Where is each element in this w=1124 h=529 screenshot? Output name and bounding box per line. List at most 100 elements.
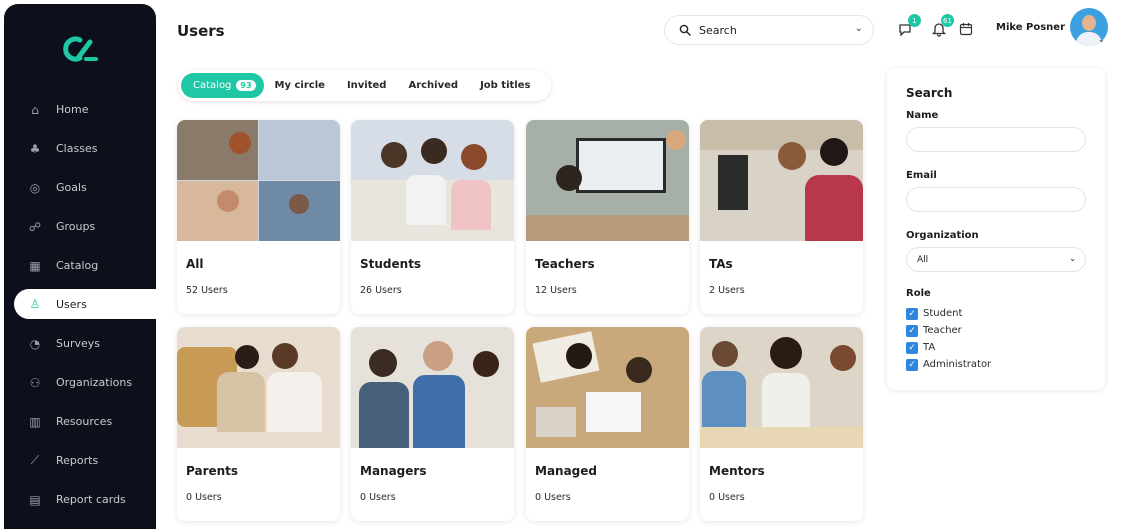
user-group-card-mentors[interactable]: Mentors 0 Users [700, 327, 863, 521]
checkmark-icon[interactable]: ✓ [906, 341, 918, 354]
sidebar-item-label: Goals [56, 181, 87, 194]
user-group-card-managed[interactable]: Managed 0 Users [526, 327, 689, 521]
calendar-icon[interactable] [955, 18, 977, 40]
checkmark-icon[interactable]: ✓ [906, 324, 918, 337]
chevron-down-icon: ⌄ [1069, 254, 1076, 263]
page-title: Users [177, 22, 225, 40]
tab-my-circle[interactable]: My circle [264, 73, 336, 98]
sidebar-item-goals[interactable]: ◎ Goals [4, 168, 156, 207]
classes-icon: ♣ [29, 141, 41, 156]
role-checkbox-student[interactable]: ✓ Student [906, 305, 1086, 322]
card-count: 2 Users [709, 285, 745, 296]
tab-catalog[interactable]: Catalog 93 [181, 73, 264, 98]
tab-invited[interactable]: Invited [336, 73, 398, 98]
sidebar-item-label: Groups [56, 220, 96, 233]
card-count: 0 Users [709, 492, 745, 503]
sidebar-item-label: Surveys [56, 337, 100, 350]
role-checkbox-ta[interactable]: ✓ TA [906, 339, 1086, 356]
card-image [351, 327, 514, 448]
sidebar-item-label: Reports [56, 454, 99, 467]
groups-icon: ☍ [28, 219, 42, 234]
surveys-icon: ◔ [29, 336, 41, 351]
sidebar-item-surveys[interactable]: ◔ Surveys [4, 324, 156, 363]
user-group-card-parents[interactable]: Parents 0 Users [177, 327, 340, 521]
resources-icon: ▥ [29, 414, 41, 429]
chevron-down-icon[interactable]: ⌄ [855, 23, 863, 34]
sidebar: ⌂ Home ♣ Classes ◎ Goals ☍ Groups ▦ Cata… [4, 4, 156, 529]
card-title: All [186, 257, 204, 271]
card-count: 0 Users [186, 492, 222, 503]
role-label-text: Student [923, 308, 963, 319]
role-label-text: Teacher [923, 325, 962, 336]
catalog-icon: ▦ [29, 258, 41, 273]
sidebar-item-classes[interactable]: ♣ Classes [4, 129, 156, 168]
sidebar-item-organizations[interactable]: ⚇ Organizations [4, 363, 156, 402]
card-image [700, 120, 863, 241]
sidebar-item-catalog[interactable]: ▦ Catalog [4, 246, 156, 285]
organization-select[interactable]: All ⌄ [906, 247, 1086, 272]
tab-bar: Catalog 93 My circle Invited Archived Jo… [178, 70, 552, 101]
chevron-down-icon[interactable]: ⌄ [1098, 35, 1105, 44]
card-title: Mentors [709, 464, 765, 478]
card-count: 0 Users [360, 492, 396, 503]
tab-archived[interactable]: Archived [397, 73, 469, 98]
card-title: Managers [360, 464, 427, 478]
user-name[interactable]: Mike Posner [996, 22, 1065, 33]
sidebar-item-label: Organizations [56, 376, 133, 389]
card-image [177, 120, 340, 241]
role-checkbox-administrator[interactable]: ✓ Administrator [906, 356, 1086, 373]
card-title: Students [360, 257, 422, 271]
email-label: Email [906, 170, 937, 181]
user-group-card-all[interactable]: All 52 Users [177, 120, 340, 314]
card-image [351, 120, 514, 241]
card-image [177, 327, 340, 448]
search-label: Search [699, 23, 737, 37]
role-checkbox-teacher[interactable]: ✓ Teacher [906, 322, 1086, 339]
search-icon [679, 24, 691, 36]
goals-icon: ◎ [29, 180, 41, 195]
user-group-card-students[interactable]: Students 26 Users [351, 120, 514, 314]
tab-label: Catalog [193, 80, 232, 91]
avatar-head [1082, 15, 1096, 31]
sidebar-item-users[interactable]: ♙ Users [14, 289, 156, 319]
sidebar-item-label: Resources [56, 415, 113, 428]
sidebar-item-groups[interactable]: ☍ Groups [4, 207, 156, 246]
sidebar-item-resources[interactable]: ▥ Resources [4, 402, 156, 441]
card-count: 52 Users [186, 285, 228, 296]
user-group-card-managers[interactable]: Managers 0 Users [351, 327, 514, 521]
organizations-icon: ⚇ [29, 375, 41, 390]
report-cards-icon: ▤ [29, 492, 41, 507]
checkmark-icon[interactable]: ✓ [906, 358, 918, 371]
bell-icon[interactable]: 61 [928, 14, 954, 40]
sidebar-item-reports[interactable]: ⟋ Reports [4, 441, 156, 480]
logo-icon[interactable] [60, 34, 100, 64]
users-icon: ♙ [29, 297, 41, 311]
card-image [526, 120, 689, 241]
card-image [700, 327, 863, 448]
card-count: 26 Users [360, 285, 402, 296]
sidebar-item-label: Classes [56, 142, 98, 155]
user-group-card-tas[interactable]: TAs 2 Users [700, 120, 863, 314]
sidebar-item-label: Home [56, 103, 89, 116]
card-title: Parents [186, 464, 239, 478]
email-field[interactable] [906, 187, 1086, 212]
checkmark-icon[interactable]: ✓ [906, 307, 918, 320]
notification-badge: 1 [908, 14, 921, 27]
messages-icon[interactable]: 1 [895, 14, 921, 40]
sidebar-item-label: Catalog [56, 259, 99, 272]
tab-job-titles[interactable]: Job titles [469, 73, 541, 98]
home-icon: ⌂ [31, 102, 39, 117]
role-label-text: TA [923, 342, 936, 353]
card-image [526, 327, 689, 448]
sidebar-item-home[interactable]: ⌂ Home [4, 90, 156, 129]
user-group-card-teachers[interactable]: Teachers 12 Users [526, 120, 689, 314]
reports-icon: ⟋ [30, 453, 40, 467]
role-label: Role [906, 288, 931, 299]
card-title: Managed [535, 464, 597, 478]
sidebar-item-label: Report cards [56, 493, 126, 506]
name-label: Name [906, 110, 939, 121]
sidebar-item-report-cards[interactable]: ▤ Report cards [4, 480, 156, 519]
role-label-text: Administrator [923, 359, 992, 370]
search-input[interactable]: Search ⌄ [664, 15, 874, 45]
name-field[interactable] [906, 127, 1086, 152]
